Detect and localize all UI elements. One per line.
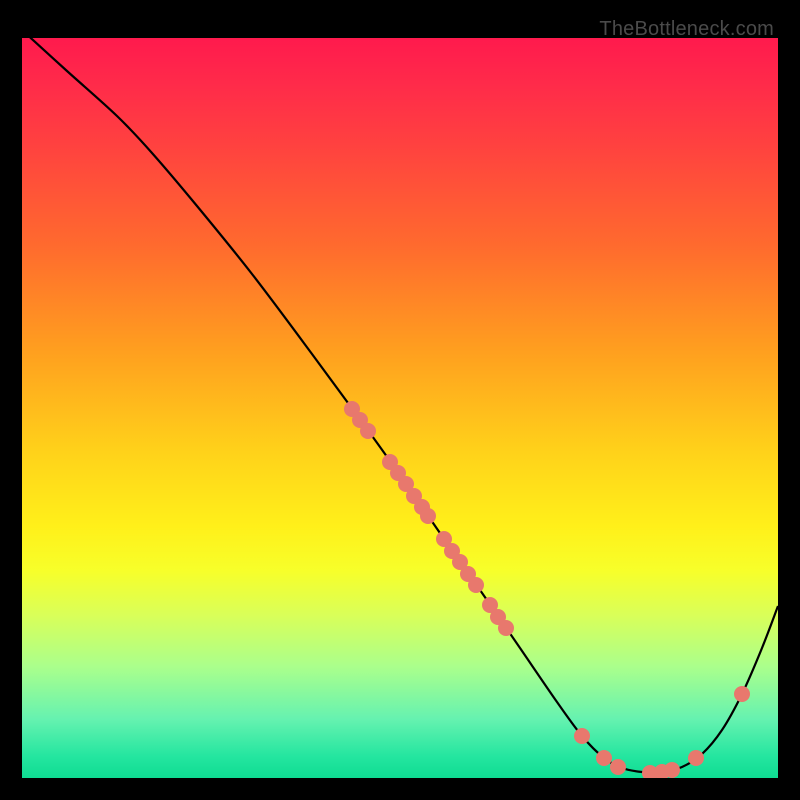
sample-dot [420, 508, 436, 524]
curve-svg [22, 38, 778, 778]
sample-dot [664, 762, 680, 778]
heatmap-plot-area [22, 38, 778, 778]
sample-dot [574, 728, 590, 744]
sample-dot [688, 750, 704, 766]
sample-dot [734, 686, 750, 702]
sample-dot [596, 750, 612, 766]
sample-dot [468, 577, 484, 593]
chart-frame: TheBottleneck.com [16, 16, 784, 784]
sample-dot [360, 423, 376, 439]
bottleneck-curve [22, 38, 778, 773]
sample-dots [344, 401, 750, 778]
sample-dot [610, 759, 626, 775]
sample-dot [498, 620, 514, 636]
